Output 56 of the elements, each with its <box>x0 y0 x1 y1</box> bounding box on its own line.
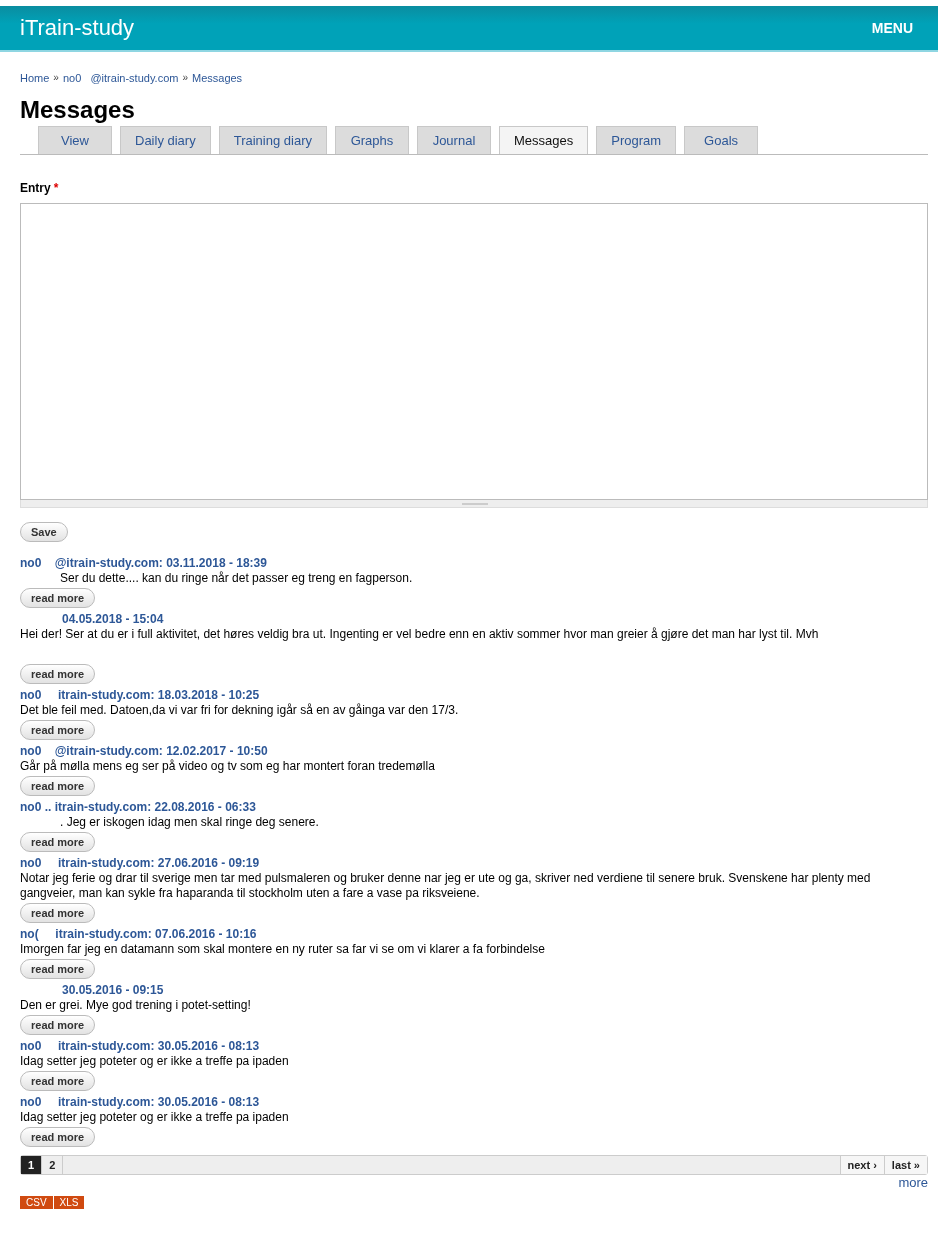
message-header[interactable]: no0 itrain-study.com: 18.03.2018 - 10:25 <box>20 688 260 702</box>
message-header[interactable]: no0 itrain-study.com: 27.06.2016 - 09:19 <box>20 856 260 870</box>
last-link[interactable]: last » <box>883 1156 927 1174</box>
export-button[interactable]: XLS <box>53 1196 86 1209</box>
message-text: Idag setter jeg poteter og er ikke a treffe pa ipaden <box>20 1054 290 1069</box>
read-more-button[interactable]: read more <box>20 903 96 923</box>
tab[interactable]: Messages <box>498 126 589 154</box>
message-text: Den er grei. Mye god trening i potet-setting! <box>20 998 252 1013</box>
required-mark: * <box>53 181 59 195</box>
export-button[interactable]: CSV <box>20 1196 54 1209</box>
tab[interactable]: Training diary <box>218 126 327 154</box>
message-header[interactable]: no0 @itrain-study.com: 03.11.2018 - 18:39 <box>20 556 267 570</box>
read-more-button[interactable]: read more <box>20 720 96 740</box>
entry-label: Entry <box>20 181 51 195</box>
next-link[interactable]: next › <box>839 1156 884 1174</box>
message-header[interactable]: 30.05.2016 - 09:15 <box>20 983 164 997</box>
breadcrumb-separator: » <box>53 72 59 84</box>
message-header[interactable]: no0 itrain-study.com: 30.05.2016 - 08:13 <box>20 1039 260 1053</box>
entry-field[interactable] <box>20 203 928 500</box>
read-more-button[interactable]: read more <box>20 1015 96 1035</box>
message-header[interactable]: no0 @itrain-study.com: 12.02.2017 - 10:50 <box>20 744 268 758</box>
message-header[interactable]: no0 .. itrain-study.com: 22.08.2016 - 06:33 <box>20 800 256 814</box>
tab[interactable]: View <box>38 126 112 154</box>
breadcrumb-separator: » <box>182 72 188 84</box>
page-link[interactable]: 2 <box>42 1156 64 1174</box>
tab[interactable]: Goals <box>684 126 759 154</box>
message-text: Går på mølla mens eg ser på video og tv som eg har montert foran tredemølla <box>20 759 436 774</box>
message-text: Hei der! Ser at du er i full aktivitet, det høres veldig bra ut. Ingenting er vel bedre enn en aktiv sommer hvor man greier å gjøre det man har lyst til. Mvh <box>20 627 820 643</box>
tab[interactable]: Graphs <box>334 126 409 154</box>
message-text: Idag setter jeg poteter og er ikke a treffe pa ipaden <box>20 1110 290 1125</box>
read-more-button[interactable]: read more <box>20 959 96 979</box>
breadcrumb-link[interactable]: no0 @itrain-study.com <box>62 72 179 84</box>
message-header[interactable]: 04.05.2018 - 15:04 <box>20 612 164 626</box>
breadcrumb-link[interactable]: Messages <box>192 72 243 84</box>
message-text: Notar jeg ferie og drar til sverige men tar med pulsmaleren og bruker denne nar jeg er ute og ga, skriver ned verdiene til senere bruk. Svenskene har plenty med gangveier, man kan sykle fra haparanda til stockholm uten a fare a vase pa riksveiene. <box>20 871 872 901</box>
read-more-button[interactable]: read more <box>20 776 96 796</box>
tab[interactable]: Journal <box>416 126 491 154</box>
tab[interactable]: Program <box>596 126 677 154</box>
message-text: Ser du dette.... kan du ringe når det passer eg treng en fagperson. <box>59 571 414 586</box>
message-text: . Jeg er iskogen idag men skal ringe deg senere. <box>59 815 320 830</box>
message-text: Imorgen far jeg en datamann som skal montere en ny ruter sa far vi se om vi klarer a fa forbindelse <box>20 942 546 957</box>
message-header[interactable]: no( itrain-study.com: 07.06.2016 - 10:16 <box>20 927 257 941</box>
save-button[interactable]: Save <box>20 522 68 542</box>
read-more-button[interactable]: read more <box>20 1127 96 1147</box>
read-more-button[interactable]: read more <box>20 588 96 608</box>
tab[interactable]: Daily diary <box>120 126 211 154</box>
more-link[interactable]: more <box>898 1175 928 1190</box>
read-more-button[interactable]: read more <box>20 832 96 852</box>
message-text: Det ble feil med. Datoen,da vi var fri for dekning igår så en av gåinga var den 17/3. <box>20 703 460 718</box>
message-header[interactable]: no0 itrain-study.com: 30.05.2016 - 08:13 <box>20 1095 260 1109</box>
page-title: Messages <box>20 96 136 124</box>
read-more-button[interactable]: read more <box>20 664 96 684</box>
breadcrumb-link[interactable]: Home <box>20 72 50 84</box>
page-link[interactable]: 1 <box>21 1156 43 1174</box>
resize-grip[interactable] <box>20 500 928 508</box>
read-more-button[interactable]: read more <box>20 1071 96 1091</box>
